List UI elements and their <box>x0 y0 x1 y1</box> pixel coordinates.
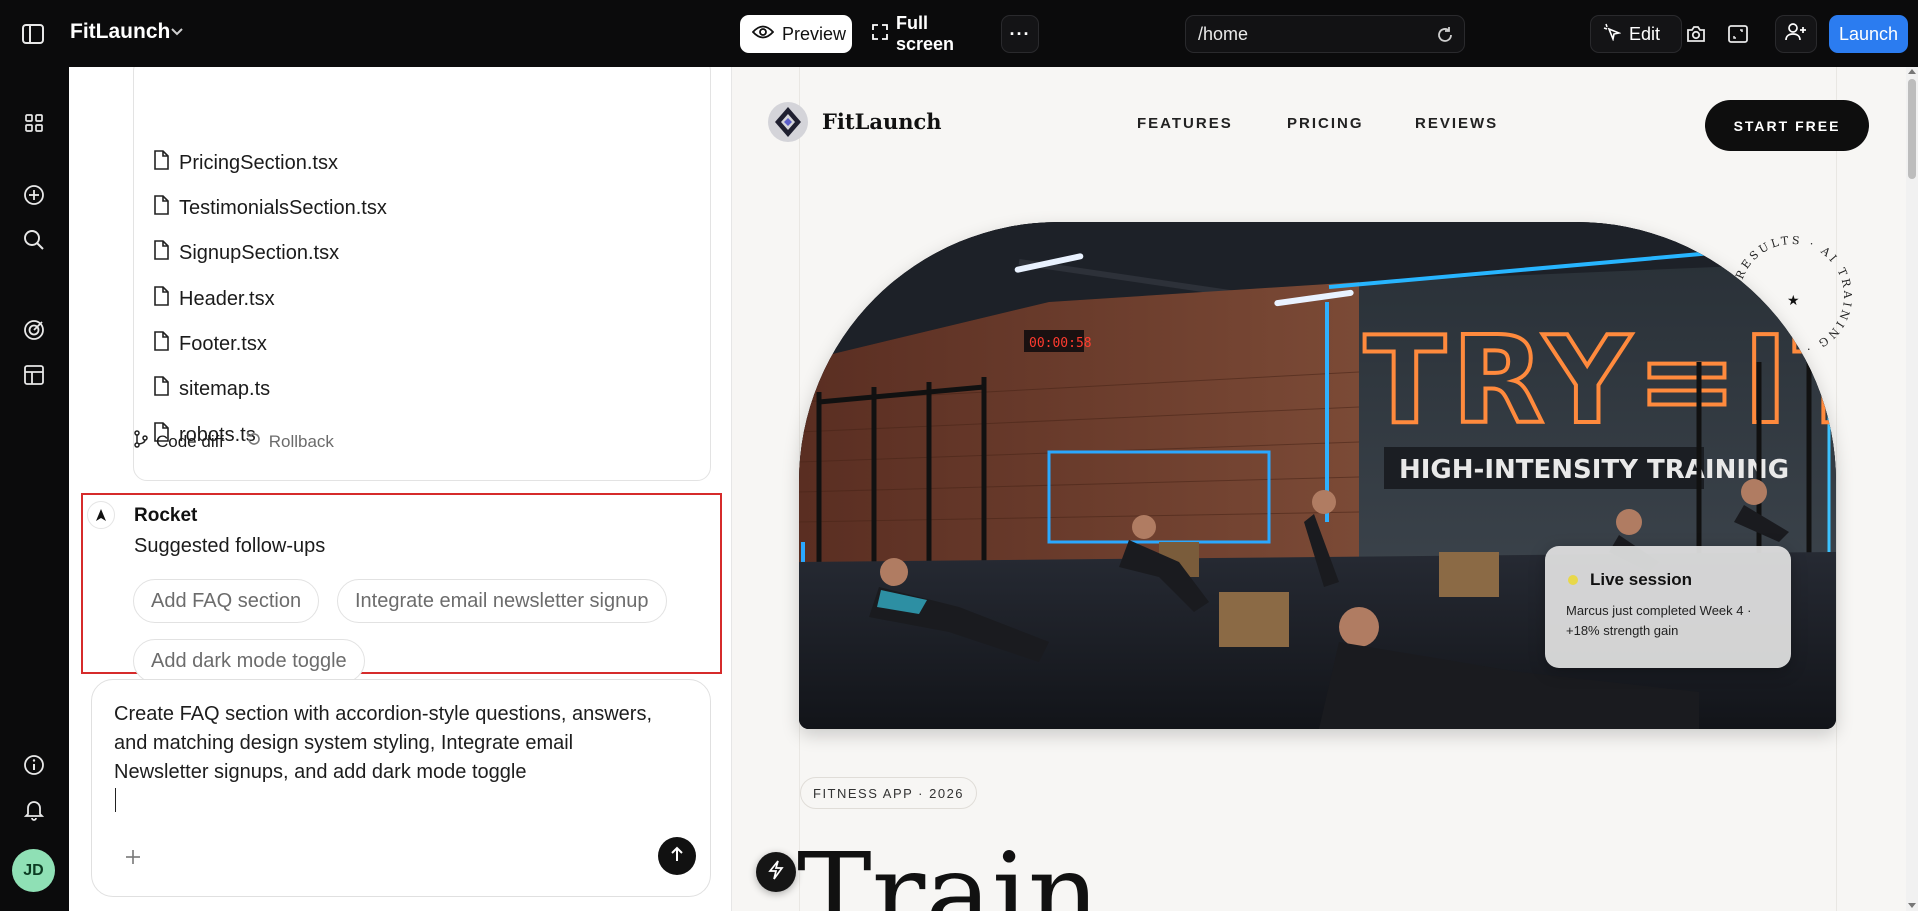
file-icon <box>153 286 169 312</box>
invite-user-button[interactable] <box>1775 15 1817 53</box>
nav-features[interactable]: FEATURES <box>1137 115 1233 132</box>
attach-plus-icon[interactable] <box>124 848 142 871</box>
file-name: PricingSection.tsx <box>179 151 338 174</box>
eye-icon <box>751 24 775 45</box>
preview-label: Preview <box>782 23 847 44</box>
undo-icon <box>246 431 262 452</box>
expand-icon <box>872 23 888 45</box>
launch-button[interactable]: Launch <box>1829 15 1908 53</box>
file-item[interactable]: PricingSection.tsx <box>153 150 338 176</box>
file-icon <box>153 150 169 176</box>
site-brand[interactable]: FitLaunch <box>822 109 942 134</box>
gym-timer: 00:00:58 <box>1029 336 1092 351</box>
chat-panel: PricingSection.tsx TestimonialsSection.t… <box>69 67 732 911</box>
chevron-down-icon[interactable] <box>170 24 184 42</box>
file-name: Header.tsx <box>179 287 275 310</box>
message-composer[interactable]: Create FAQ section with accordion-style … <box>91 679 711 897</box>
suggested-followups-title: Suggested follow-ups <box>134 535 326 557</box>
cursor-click-icon <box>1603 23 1622 46</box>
file-item[interactable]: Footer.tsx <box>153 331 267 357</box>
file-name: SignupSection.tsx <box>179 241 340 264</box>
rollback-button[interactable]: Rollback <box>246 430 334 453</box>
layout-icon[interactable] <box>20 361 48 389</box>
edit-button[interactable]: Edit <box>1590 15 1682 53</box>
suggestion-chip-faq[interactable]: Add FAQ section <box>133 579 320 623</box>
site-preview: FitLaunch FEATURES PRICING REVIEWS START… <box>732 67 1918 911</box>
live-session-text: Marcus just completed Week 4 · +18% stre… <box>1566 603 1752 638</box>
search-icon[interactable] <box>20 226 48 254</box>
ellipsis-icon: ··· <box>1009 23 1031 44</box>
nav-reviews[interactable]: REVIEWS <box>1415 115 1498 132</box>
bell-icon[interactable] <box>20 796 48 824</box>
file-name: TestimonialsSection.tsx <box>179 196 387 219</box>
file-item[interactable]: sitemap.ts <box>153 376 270 402</box>
results-seal: RESULTS · AI TRAINING · ★ <box>1717 221 1867 371</box>
scroll-down-icon[interactable] <box>1908 903 1916 908</box>
grid-icon[interactable] <box>20 109 48 137</box>
url-bar[interactable]: /home <box>1185 15 1465 53</box>
assistant-name: Rocket <box>134 505 198 526</box>
rocket-icon <box>87 501 115 529</box>
scroll-thumb[interactable] <box>1908 79 1916 179</box>
nav-pricing[interactable]: PRICING <box>1287 115 1364 132</box>
url-text: /home <box>1198 23 1249 44</box>
star-icon: ★ <box>1787 292 1800 308</box>
lightning-icon <box>768 859 784 885</box>
live-session-card: Live session Marcus just completed Week … <box>1545 546 1791 668</box>
code-diff-button[interactable]: Code diff <box>133 430 224 453</box>
live-session-title: Live session <box>1590 570 1693 589</box>
sidebar-toggle-icon[interactable] <box>20 22 46 46</box>
preview-button[interactable]: Preview <box>740 15 852 53</box>
reload-icon[interactable] <box>1436 26 1454 49</box>
resize-icon[interactable] <box>1724 20 1752 48</box>
scrollbar[interactable] <box>1906 67 1918 911</box>
file-icon <box>153 195 169 221</box>
file-list: PricingSection.tsx TestimonialsSection.t… <box>133 67 711 481</box>
site-logo-icon[interactable] <box>767 101 809 143</box>
git-branch-icon <box>133 430 149 453</box>
layout-guide-right <box>1836 67 1837 911</box>
suggestion-chip-dark-mode[interactable]: Add dark mode toggle <box>133 639 365 683</box>
file-item[interactable]: Header.tsx <box>153 286 275 312</box>
start-free-button[interactable]: START FREE <box>1705 100 1869 151</box>
file-icon <box>153 240 169 266</box>
info-icon[interactable] <box>20 751 48 779</box>
file-item[interactable]: TestimonialsSection.tsx <box>153 195 387 221</box>
hero-banner: HIGH-INTENSITY TRAINING <box>1399 455 1789 485</box>
file-actions: Code diff Rollback <box>133 430 334 453</box>
message-input[interactable]: Create FAQ section with accordion-style … <box>114 700 654 787</box>
file-icon <box>153 376 169 402</box>
fullscreen-label: Full screen <box>896 13 955 54</box>
suggestion-chip-newsletter[interactable]: Integrate email newsletter signup <box>337 579 667 623</box>
target-icon[interactable] <box>20 316 48 344</box>
file-item[interactable]: SignupSection.tsx <box>153 240 339 266</box>
new-chat-icon[interactable] <box>20 181 48 209</box>
project-name[interactable]: FitLaunch <box>70 20 170 44</box>
file-icon <box>153 331 169 357</box>
send-button[interactable] <box>658 837 696 875</box>
hero-heading: Train <box>797 830 1100 911</box>
text-caret <box>115 788 116 812</box>
code-diff-label: Code diff <box>156 431 224 451</box>
arrow-up-icon <box>669 845 685 868</box>
quick-action-button[interactable] <box>756 852 796 892</box>
top-bar: FitLaunch Preview Full screen ··· /home … <box>0 0 1918 67</box>
left-rail: JD <box>0 67 69 911</box>
avatar[interactable]: JD <box>12 849 55 892</box>
fullscreen-button[interactable]: Full screen <box>860 13 988 54</box>
edit-label: Edit <box>1629 23 1661 44</box>
rollback-label: Rollback <box>268 431 334 451</box>
file-name: sitemap.ts <box>179 377 271 400</box>
live-indicator-icon <box>1567 573 1579 585</box>
scroll-up-icon[interactable] <box>1908 69 1916 74</box>
user-plus-icon <box>1785 22 1807 46</box>
more-options-button[interactable]: ··· <box>1001 15 1039 53</box>
file-name: Footer.tsx <box>179 332 267 355</box>
camera-icon[interactable] <box>1682 20 1710 48</box>
year-badge: FITNESS APP · 2026 <box>800 777 978 809</box>
